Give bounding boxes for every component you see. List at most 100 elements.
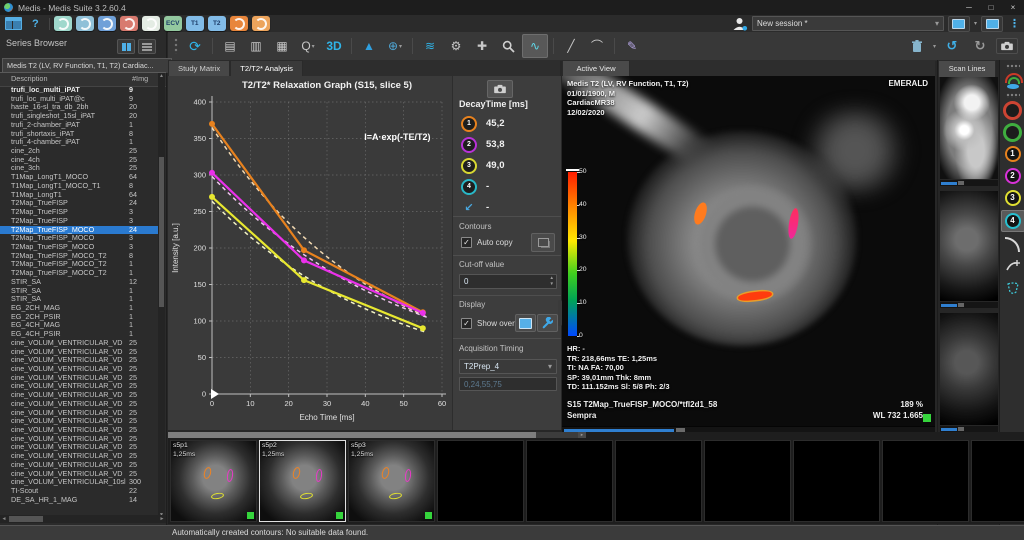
scrollbar-thumb[interactable] [168, 432, 536, 438]
save-session-button[interactable] [948, 16, 970, 32]
tab-scan-lines[interactable]: Scan Lines [938, 60, 996, 77]
contour-tool-icon[interactable]: ⌒ [585, 35, 609, 57]
heart-contour-tool[interactable] [1002, 278, 1024, 298]
zoom-tool-icon[interactable] [496, 35, 520, 57]
undo-button[interactable]: ↺ [940, 35, 964, 57]
grid-view-button[interactable] [117, 39, 135, 54]
filmstrip-empty-cell[interactable] [704, 440, 791, 522]
app-qtavi-icon[interactable] [142, 16, 160, 31]
overlay-settings-button[interactable] [515, 314, 536, 332]
layout-icon[interactable] [5, 17, 22, 30]
filmstrip-cell[interactable]: s5p31,25ms [348, 440, 435, 522]
tools-button[interactable] [537, 314, 558, 332]
line-tool-icon[interactable]: ╱ [559, 35, 583, 57]
series-row[interactable]: EG_4CH_MAG1 [0, 321, 159, 330]
marker-cone-icon[interactable]: ▲ [357, 35, 381, 57]
auto-copy-checkbox[interactable]: ✓ [461, 237, 472, 248]
chevron-down-icon[interactable]: ▾ [933, 43, 936, 50]
series-row[interactable]: T2Map_TrueFISP_MOCO3 [0, 243, 159, 252]
series-row[interactable]: trufi_singleshot_15sl_iPAT20 [0, 112, 159, 121]
filmstrip-cell[interactable]: s5p11,25ms [170, 440, 257, 522]
decaytime-row[interactable]: 253,8 [461, 134, 505, 155]
mri-viewport[interactable]: Medis T2 (LV, RV Function, T1, T2)01/01/… [562, 76, 935, 426]
series-row[interactable]: trufi_loc_multi_iPAT9 [0, 86, 159, 95]
series-row[interactable]: T2Map_TrueFISP_MOCO_T21 [0, 260, 159, 269]
app-ecv-icon[interactable]: ECV [164, 16, 182, 31]
scan-thumbnail-3[interactable] [940, 313, 998, 425]
series-row[interactable]: STIR_SA1 [0, 295, 159, 304]
snapshot-button[interactable] [996, 38, 1018, 54]
series-row[interactable]: STIR_SA1 [0, 287, 159, 296]
endo-contour-tool[interactable] [1002, 100, 1024, 120]
app-orange1-icon[interactable] [230, 16, 248, 31]
list-view-button[interactable] [138, 39, 156, 54]
study-tab[interactable]: Medis T2 (LV, RV Function, T1, T2) Cardi… [2, 58, 172, 73]
slider-handle[interactable] [958, 427, 964, 431]
reload-session-button[interactable] [981, 16, 1003, 32]
image-lock-icon[interactable]: ▦ [270, 35, 294, 57]
filmstrip-empty-cell[interactable] [971, 440, 1024, 522]
layers-icon[interactable]: ≋ [418, 35, 442, 57]
slider-handle[interactable] [958, 181, 964, 185]
tab-study-matrix[interactable]: Study Matrix [168, 60, 230, 76]
session-dropdown[interactable]: New session * ▾ [752, 16, 944, 31]
decaytime-row[interactable]: 4- [461, 176, 505, 197]
thumb-slider-1[interactable] [940, 180, 998, 186]
scan-thumbnail-1[interactable] [940, 77, 998, 179]
display-settings-icon[interactable]: ⚙ [444, 35, 468, 57]
series-row[interactable]: T2Map_TrueFISP_MOCO3 [0, 234, 159, 243]
series-row[interactable]: EG_2CH_MAG1 [0, 304, 159, 313]
filmstrip-icon[interactable]: ▥ [244, 35, 268, 57]
tab-t2-analysis[interactable]: T2/T2* Analysis [230, 60, 303, 76]
acquisition-dropdown[interactable]: T2Prep_4 ▾ [459, 359, 557, 374]
series-row[interactable]: STIR_SA12 [0, 278, 159, 287]
filmstrip-empty-cell[interactable] [437, 440, 524, 522]
filmstrip-scrollbar[interactable]: ► [168, 432, 586, 438]
sculpt-tool-icon[interactable]: ✎ [620, 35, 644, 57]
toolbar-grip[interactable] [174, 38, 179, 54]
epi-contour-tool[interactable] [1002, 122, 1024, 142]
tab-active-view[interactable]: Active View [562, 60, 630, 77]
pan-icon[interactable]: ✚ [470, 35, 494, 57]
series-row[interactable]: trufi_shortaxis_iPAT8 [0, 130, 159, 139]
delete-button[interactable] [905, 35, 929, 57]
three-d-icon[interactable]: 3D [322, 35, 346, 57]
filmstrip-empty-cell[interactable] [526, 440, 613, 522]
scroll-left-icon[interactable]: ◄ [0, 515, 8, 523]
decaytime-row[interactable]: ↙- [461, 197, 505, 218]
scroll-right-icon[interactable]: ► [578, 432, 586, 438]
series-row[interactable]: T2Map_TrueFISP3 [0, 208, 159, 217]
roi-1-tool[interactable]: 1 [1002, 144, 1024, 164]
series-row[interactable]: DE_SA_HR_1_MAG14 [0, 496, 159, 505]
series-row[interactable]: T2Map_TrueFISP_MOCO_T28 [0, 252, 159, 261]
app-3dview-icon[interactable] [98, 16, 116, 31]
roi-4-tool[interactable]: 4 [1001, 210, 1024, 232]
filmstrip-cell[interactable]: s5p21,25ms [259, 440, 346, 522]
report-icon[interactable]: ▤ [218, 35, 242, 57]
filmstrip-empty-cell[interactable] [615, 440, 702, 522]
scan-thumbnail-2[interactable] [940, 191, 998, 301]
orientation-globe-icon[interactable]: ⊕▾ [383, 35, 407, 57]
roi-3-tool[interactable]: 3 [1002, 188, 1024, 208]
column-description[interactable]: Description [0, 73, 132, 86]
app-t2-icon[interactable]: T2 [208, 16, 226, 31]
cutoff-spinbox[interactable]: 0 ▲▼ [459, 274, 557, 289]
decaytime-row[interactable]: 349,0 [461, 155, 505, 176]
spinner-arrows-icon[interactable]: ▲▼ [550, 275, 554, 287]
series-row[interactable]: T2Map_TrueFISP_MOCO24 [0, 226, 159, 235]
close-button[interactable]: × [1002, 0, 1024, 15]
copy-contours-button[interactable] [531, 233, 555, 252]
scroll-right-icon[interactable]: ► [158, 515, 166, 523]
app-orange2-icon[interactable] [252, 16, 270, 31]
vertical-scrollbar[interactable]: ▲ ▼ [158, 73, 165, 519]
maximize-button[interactable]: □ [980, 0, 1002, 15]
scrollbar-thumb[interactable] [9, 516, 43, 522]
show-overlay-checkbox[interactable]: ✓ [461, 318, 472, 329]
user-icon[interactable] [732, 17, 748, 31]
redo-button[interactable]: ↻ [968, 35, 992, 57]
help-button[interactable]: ? [32, 18, 39, 30]
scrollbar-thumb[interactable] [159, 157, 164, 307]
series-row[interactable]: T1Map_LongT1_MOCO64 [0, 173, 159, 182]
series-row[interactable]: T2Map_TrueFISP24 [0, 199, 159, 208]
auto-detect-tool[interactable] [1002, 71, 1024, 91]
